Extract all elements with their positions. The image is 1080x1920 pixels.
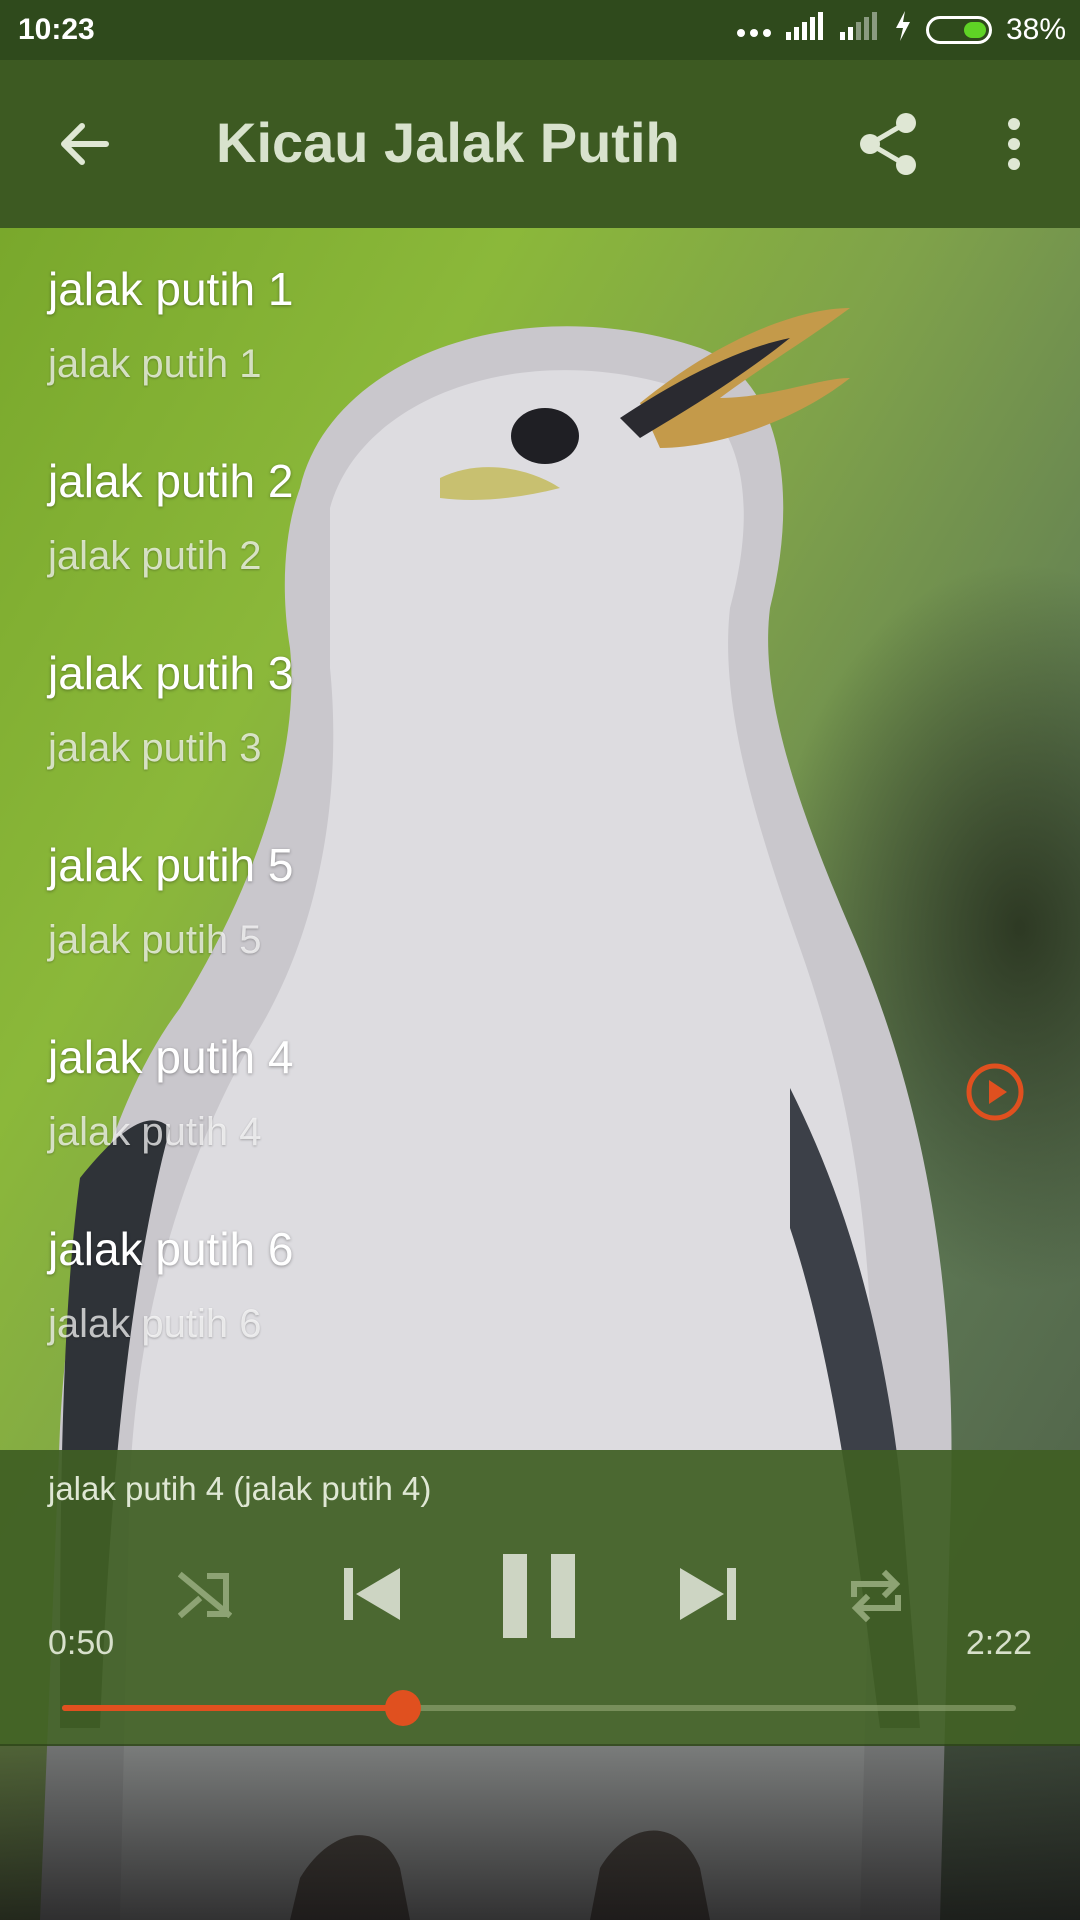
app-toolbar: Kicau Jalak Putih: [0, 60, 1080, 228]
song-subtitle: jalak putih 4: [48, 1110, 262, 1154]
overflow-menu-icon[interactable]: [1002, 118, 1026, 175]
toolbar-title: Kicau Jalak Putih: [216, 111, 680, 174]
current-time: 0:50: [48, 1624, 115, 1662]
song-title: jalak putih 3: [48, 647, 294, 699]
song-item[interactable]: jalak putih 1 jalak putih 1: [0, 228, 1080, 420]
status-bar: 10:23 38%: [0, 0, 1080, 60]
back-arrow-icon[interactable]: [54, 114, 114, 179]
song-title: jalak putih 2: [48, 455, 294, 507]
battery-icon: [925, 16, 992, 44]
signal-icon: [785, 12, 826, 48]
song-title: jalak putih 1: [48, 263, 294, 315]
song-title: jalak putih 4: [48, 1031, 294, 1083]
next-icon[interactable]: [680, 1566, 736, 1627]
song-item-playing[interactable]: jalak putih 4 jalak putih 4: [0, 996, 1080, 1188]
song-subtitle: jalak putih 3: [48, 726, 262, 770]
song-subtitle: jalak putih 5: [48, 918, 262, 962]
seek-bar-thumb[interactable]: [384, 1690, 421, 1726]
pause-icon[interactable]: [503, 1554, 575, 1643]
battery-percent: 38%: [1005, 13, 1066, 46]
song-item[interactable]: jalak putih 3 jalak putih 3: [0, 612, 1080, 804]
song-title: jalak putih 6: [48, 1223, 294, 1275]
charging-icon: [894, 11, 912, 49]
seek-bar[interactable]: [62, 1690, 1016, 1726]
battery-level: [963, 22, 986, 38]
background-image-bottom: [0, 1746, 1080, 1920]
song-subtitle: jalak putih 6: [48, 1302, 262, 1346]
player-panel: jalak putih 4 (jalak putih 4) 0:50 2:22: [0, 1450, 1080, 1746]
seek-bar-progress: [62, 1705, 403, 1711]
song-item[interactable]: jalak putih 6 jalak putih 6: [0, 1188, 1080, 1380]
song-subtitle: jalak putih 2: [48, 534, 262, 578]
shuffle-icon[interactable]: [177, 1568, 233, 1627]
song-item[interactable]: jalak putih 5 jalak putih 5: [0, 804, 1080, 996]
status-time: 10:23: [18, 13, 95, 46]
repeat-icon[interactable]: [848, 1568, 904, 1629]
status-icons: 38%: [736, 11, 1066, 49]
signal-weak-icon: [839, 12, 880, 48]
song-title: jalak putih 5: [48, 839, 294, 891]
song-subtitle: jalak putih 1: [48, 342, 262, 386]
now-playing-label: jalak putih 4 (jalak putih 4): [48, 1470, 432, 1507]
previous-icon[interactable]: [344, 1566, 400, 1627]
now-playing-indicator-icon[interactable]: [965, 1062, 1025, 1122]
song-item[interactable]: jalak putih 2 jalak putih 2: [0, 420, 1080, 612]
share-icon[interactable]: [858, 112, 918, 181]
total-time: 2:22: [965, 1624, 1032, 1662]
more-dots-icon: [736, 13, 772, 47]
song-list: jalak putih 1 jalak putih 1 jalak putih …: [0, 228, 1080, 1380]
